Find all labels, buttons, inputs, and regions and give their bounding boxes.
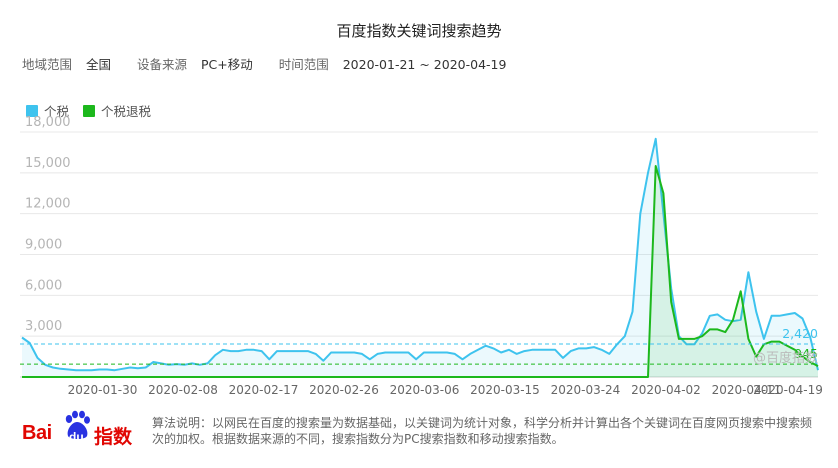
x-tick-label: 2020-02-26 xyxy=(309,383,379,397)
x-tick-label: 2020-03-24 xyxy=(551,383,621,397)
logo-du-text: du xyxy=(69,430,84,444)
x-tick-label: 2020-03-15 xyxy=(470,383,540,397)
watermark-text: @百度指数 xyxy=(753,350,818,366)
average-label-0: 2,420 xyxy=(782,326,818,341)
y-tick-label: 18,000 xyxy=(25,115,71,130)
y-tick-label: 6,000 xyxy=(25,278,62,293)
x-tick-label: 2020-04-02 xyxy=(631,383,701,397)
baidu-index-logo: Bai du 指数 xyxy=(22,410,134,450)
logo-bai-text: Bai xyxy=(22,422,52,444)
series-area-1 xyxy=(22,166,818,377)
algorithm-note: 算法说明：以网民在百度的搜索量为数据基础，以关键词为统计对象，科学分析并计算出各… xyxy=(152,416,813,446)
y-tick-label: 3,000 xyxy=(25,319,62,334)
x-tick-label: 2020-01-30 xyxy=(68,383,138,397)
y-tick-label: 12,000 xyxy=(25,197,71,212)
x-tick-label: 2020-02-17 xyxy=(229,383,299,397)
x-tick-label: 2020-03-06 xyxy=(390,383,460,397)
trend-chart: 3,000 6,000 9,000 12,000 15,000 18,000 2020-01… xyxy=(20,115,823,397)
logo-zhishu-text: 指数 xyxy=(94,426,133,448)
y-tick-label: 9,000 xyxy=(25,238,62,253)
x-tick-label: 2020-04-19 xyxy=(753,383,823,397)
x-tick-label: 2020-02-08 xyxy=(148,383,218,397)
footer: Bai du 指数 算法说明：以网民在百度的搜索量为数据基础，以关键词为统计对象… xyxy=(0,400,838,468)
y-tick-label: 15,000 xyxy=(25,156,71,171)
